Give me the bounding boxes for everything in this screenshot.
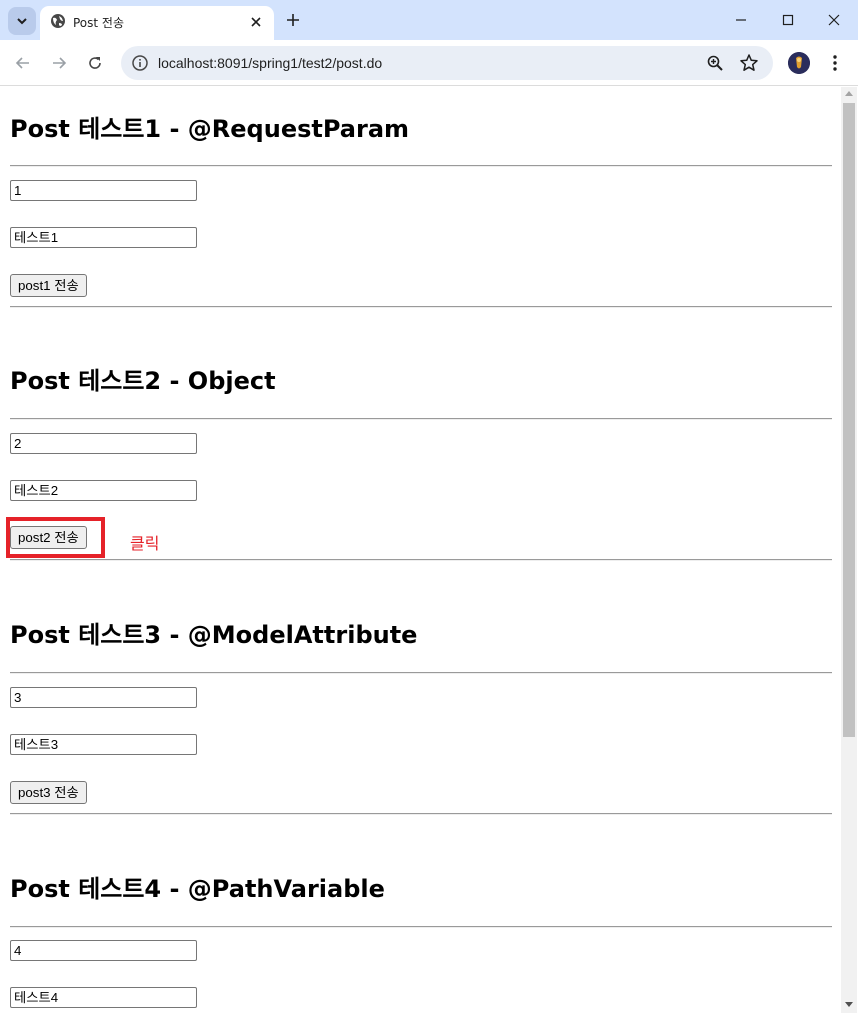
section-2-field-1[interactable]: 2 bbox=[10, 433, 197, 454]
minimize-button[interactable] bbox=[718, 0, 764, 40]
section-2-field-2[interactable]: 테스트2 bbox=[10, 480, 197, 501]
browser-tab[interactable]: Post 전송 bbox=[40, 6, 274, 40]
site-info-icon[interactable] bbox=[131, 54, 149, 72]
plus-icon bbox=[287, 14, 299, 26]
scroll-up-arrow-icon[interactable] bbox=[845, 91, 853, 96]
tab-title: Post 전송 bbox=[73, 16, 125, 30]
url-text: localhost:8091/spring1/test2/post.do bbox=[158, 55, 383, 71]
arrow-left-icon bbox=[15, 57, 29, 69]
scrollbar-thumb[interactable] bbox=[843, 103, 855, 737]
forward-button[interactable] bbox=[46, 50, 72, 76]
post3-submit-button[interactable]: post3 전송 bbox=[10, 781, 87, 804]
page-viewport: Post 테스트1 - @RequestParam 1 테스트1 post1 전… bbox=[1, 87, 857, 1013]
profile-avatar[interactable] bbox=[788, 52, 810, 74]
browser-menu-button[interactable] bbox=[822, 50, 848, 76]
globe-icon bbox=[51, 14, 65, 28]
scroll-down-arrow-icon[interactable] bbox=[845, 1002, 853, 1007]
minimize-icon bbox=[736, 19, 746, 21]
reload-icon bbox=[89, 57, 101, 69]
divider bbox=[10, 306, 832, 308]
section-1-field-2[interactable]: 테스트1 bbox=[10, 227, 197, 248]
section-1-field-1[interactable]: 1 bbox=[10, 180, 197, 201]
zoom-icon[interactable] bbox=[706, 54, 724, 72]
address-bar[interactable]: localhost:8091/spring1/test2/post.do bbox=[121, 46, 773, 80]
bookmark-star-icon[interactable] bbox=[739, 53, 759, 73]
browser-toolbar: localhost:8091/spring1/test2/post.do bbox=[0, 40, 858, 86]
maximize-button[interactable] bbox=[765, 0, 811, 40]
arrow-right-icon bbox=[53, 57, 67, 69]
close-icon bbox=[251, 17, 261, 27]
highlight-box bbox=[6, 517, 105, 558]
section-3-field-1[interactable]: 3 bbox=[10, 687, 197, 708]
tab-close-button[interactable] bbox=[246, 12, 266, 32]
browser-titlebar: Post 전송 bbox=[0, 0, 858, 40]
maximize-icon bbox=[782, 14, 794, 26]
click-annotation: 클릭 bbox=[130, 534, 160, 553]
divider bbox=[10, 672, 832, 674]
divider bbox=[10, 165, 832, 167]
back-button[interactable] bbox=[10, 50, 36, 76]
section-4-field-1[interactable]: 4 bbox=[10, 940, 197, 961]
divider bbox=[10, 559, 832, 561]
divider bbox=[10, 418, 832, 420]
close-icon bbox=[828, 14, 840, 26]
section-4-field-2[interactable]: 테스트4 bbox=[10, 987, 197, 1008]
divider bbox=[10, 813, 832, 815]
section-3-heading: Post 테스트3 - @ModelAttribute bbox=[10, 621, 418, 649]
more-vert-icon bbox=[833, 55, 837, 71]
section-1-heading: Post 테스트1 - @RequestParam bbox=[10, 115, 410, 143]
divider bbox=[10, 926, 832, 928]
new-tab-button[interactable] bbox=[282, 9, 304, 31]
reload-button[interactable] bbox=[82, 50, 108, 76]
section-2-heading: Post 테스트2 - Object bbox=[10, 367, 276, 395]
tab-search-button[interactable] bbox=[8, 7, 36, 35]
section-3-field-2[interactable]: 테스트3 bbox=[10, 734, 197, 755]
chevron-down-icon bbox=[17, 18, 27, 25]
post1-submit-button[interactable]: post1 전송 bbox=[10, 274, 87, 297]
section-4-heading: Post 테스트4 - @PathVariable bbox=[10, 875, 385, 903]
avatar-icon bbox=[788, 52, 810, 74]
vertical-scrollbar[interactable] bbox=[841, 87, 857, 1013]
window-close-button[interactable] bbox=[811, 0, 857, 40]
